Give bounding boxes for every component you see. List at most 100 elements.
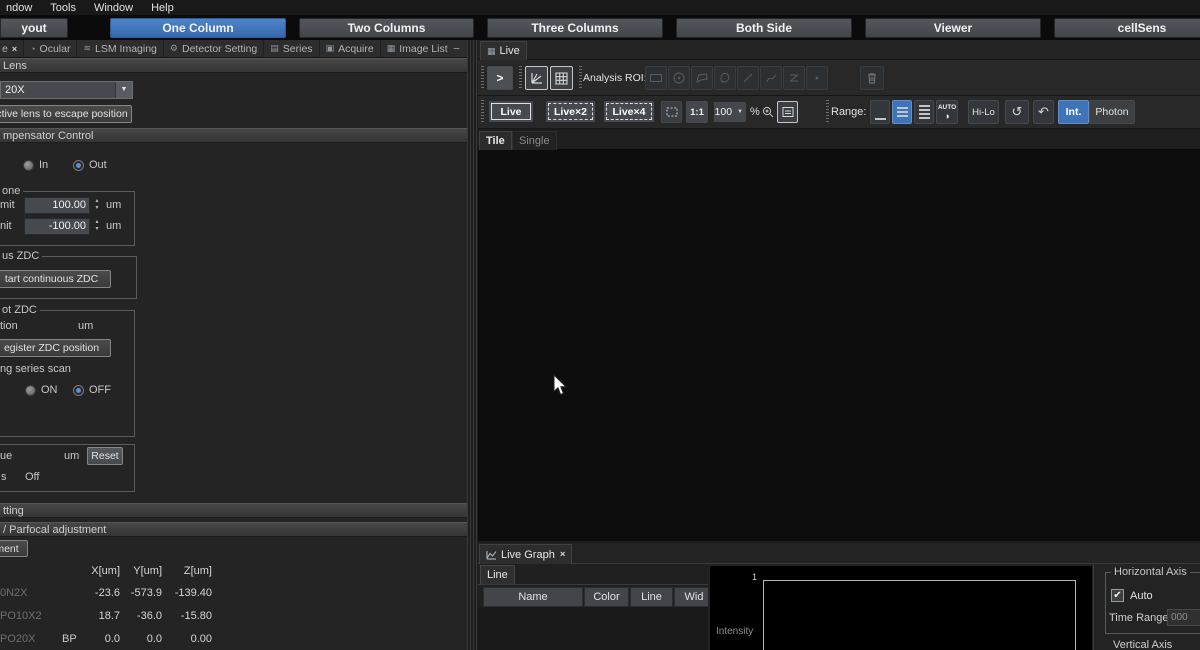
toolbar-grip[interactable] bbox=[481, 66, 484, 90]
tab-live-graph[interactable]: Live Graph × bbox=[479, 544, 572, 564]
toolbar-grip[interactable] bbox=[826, 100, 829, 124]
scale-bar-button[interactable] bbox=[525, 66, 548, 90]
live-x4-button[interactable]: Live×4 bbox=[603, 100, 655, 123]
lower-limit-field[interactable]: -100.00 bbox=[24, 218, 90, 235]
tab-line[interactable]: Line bbox=[480, 565, 515, 584]
layout-button-two-columns[interactable]: Two Columns bbox=[299, 18, 474, 38]
line-list-empty[interactable] bbox=[478, 607, 708, 650]
layout-button-three-columns[interactable]: Three Columns bbox=[487, 18, 663, 38]
layout-button-one-column[interactable]: One Column bbox=[110, 18, 286, 38]
col-header-line[interactable]: Line bbox=[630, 587, 673, 607]
live-x2-button[interactable]: Live×2 bbox=[545, 100, 596, 123]
tab-tile[interactable]: Tile bbox=[479, 131, 512, 150]
setting-section-header[interactable]: tting bbox=[0, 503, 467, 518]
series-scan-on-radio[interactable] bbox=[25, 385, 36, 396]
lens-x: 0.0 bbox=[80, 633, 120, 645]
toolbar-grip[interactable] bbox=[519, 66, 522, 90]
polyline-roi-button[interactable] bbox=[783, 66, 805, 90]
tab-image-list[interactable]: ▦ Image List bbox=[381, 40, 454, 58]
spinner-down-icon[interactable]: ▾ bbox=[95, 205, 98, 212]
tab-clipped[interactable]: e × bbox=[0, 40, 24, 58]
curve-roi-button[interactable] bbox=[760, 66, 782, 90]
col-header-color[interactable]: Color bbox=[584, 587, 629, 607]
reset-range-button[interactable]: ↺ bbox=[1005, 100, 1029, 124]
menu-help[interactable]: Help bbox=[142, 2, 183, 14]
range-low-button[interactable] bbox=[870, 100, 890, 124]
delete-roi-button[interactable] bbox=[860, 66, 884, 90]
live-button[interactable]: Live bbox=[488, 100, 534, 123]
tab-lsm-imaging[interactable]: ≋ LSM Imaging bbox=[77, 40, 163, 58]
compensator-out-radio[interactable] bbox=[73, 160, 84, 171]
expand-toolbar-button[interactable]: > bbox=[487, 66, 513, 90]
panel-minimize-icon[interactable]: ─ bbox=[454, 44, 460, 53]
hi-lo-button[interactable]: Hi-Lo bbox=[968, 100, 999, 124]
tab-series[interactable]: ▤ Series bbox=[264, 40, 319, 58]
parfocal-section-header[interactable]: / Parfocal adjustment bbox=[0, 522, 467, 537]
menu-tools[interactable]: Tools bbox=[41, 2, 85, 14]
reset-button[interactable]: Reset bbox=[87, 447, 123, 465]
lens-section-header[interactable]: Lens bbox=[0, 58, 467, 73]
tab-close-icon[interactable]: × bbox=[12, 44, 17, 54]
toolbar-grip[interactable] bbox=[481, 100, 484, 124]
time-range-input[interactable]: 000 bbox=[1167, 609, 1200, 626]
auto-range-button[interactable]: AUTO ◑ bbox=[936, 100, 958, 124]
range-mid-button[interactable] bbox=[892, 100, 912, 124]
undo-button[interactable]: ↶ bbox=[1033, 100, 1054, 124]
series-scan-off-radio[interactable] bbox=[73, 385, 84, 396]
col-header-name[interactable]: Name bbox=[483, 587, 583, 607]
toolbar-grip[interactable] bbox=[579, 66, 582, 90]
line-roi-button[interactable] bbox=[737, 66, 759, 90]
layout-button-clipped[interactable]: yout bbox=[0, 18, 68, 38]
menu-window[interactable]: Window bbox=[85, 2, 142, 14]
one-to-one-button[interactable]: 1:1 bbox=[686, 101, 708, 123]
chevron-down-icon[interactable]: ▼ bbox=[115, 82, 132, 98]
photon-mode-button[interactable]: Photon bbox=[1089, 100, 1135, 124]
live-image-canvas[interactable] bbox=[478, 150, 1200, 541]
layout-button-cellsens[interactable]: cellSens bbox=[1054, 18, 1200, 38]
compensator-section-header[interactable]: mpensator Control bbox=[0, 128, 467, 143]
upper-limit-spinner[interactable]: ▴ ▾ bbox=[92, 198, 102, 212]
lower-limit-spinner[interactable]: ▴ ▾ bbox=[92, 219, 102, 233]
grid-overlay-button[interactable] bbox=[550, 66, 573, 90]
polygon-roi-button[interactable] bbox=[691, 66, 713, 90]
zoom-level-select[interactable]: 100 ▼ bbox=[713, 101, 747, 123]
layout-button-both-side[interactable]: Both Side bbox=[676, 18, 852, 38]
spinner-down-icon[interactable]: ▾ bbox=[95, 226, 98, 233]
tab-acquire[interactable]: ▣ Acquire bbox=[320, 40, 381, 58]
auto-checkbox-label: Auto bbox=[1130, 590, 1153, 602]
col-header-width[interactable]: Wid bbox=[674, 587, 708, 607]
intensity-mode-button[interactable]: Int. bbox=[1058, 100, 1089, 124]
tab-live[interactable]: ▦ Live bbox=[480, 41, 527, 60]
spinner-up-icon[interactable]: ▴ bbox=[95, 198, 98, 205]
tab-ocular[interactable]: ◔ Ocular bbox=[24, 40, 77, 58]
panel-splitter[interactable] bbox=[467, 40, 478, 650]
compensator-in-radio[interactable] bbox=[23, 160, 34, 171]
spinner-up-icon[interactable]: ▴ bbox=[95, 219, 98, 226]
lower-limit-label: nit bbox=[0, 220, 12, 232]
lens-select[interactable]: 20X ▼ bbox=[0, 81, 133, 99]
circle-roi-button[interactable] bbox=[668, 66, 690, 90]
register-zdc-position-button[interactable]: egister ZDC position bbox=[0, 339, 111, 357]
window-layout-button[interactable] bbox=[777, 101, 798, 123]
zoom-in-button[interactable] bbox=[759, 101, 777, 123]
closed-curve-roi-button[interactable] bbox=[714, 66, 736, 90]
tab-single[interactable]: Single bbox=[512, 131, 557, 150]
fit-to-window-button[interactable] bbox=[661, 101, 682, 123]
chevron-down-icon[interactable]: ▼ bbox=[734, 109, 746, 115]
continuous-zdc-title: us ZDC bbox=[0, 250, 42, 262]
layout-button-viewer[interactable]: Viewer bbox=[865, 18, 1041, 38]
range-high-button[interactable] bbox=[914, 100, 934, 124]
auto-checkbox[interactable]: ✔ bbox=[1111, 589, 1124, 602]
rectangle-roi-button[interactable] bbox=[645, 66, 667, 90]
start-continuous-zdc-button[interactable]: tart continuous ZDC bbox=[0, 270, 111, 288]
graph-plot-area[interactable] bbox=[763, 580, 1076, 650]
point-roi-button[interactable] bbox=[806, 66, 828, 90]
tab-detector-setting[interactable]: ⚙ Detector Setting bbox=[164, 40, 264, 58]
lens-select-value: 20X bbox=[1, 82, 115, 98]
menu-window-clipped[interactable]: ndow bbox=[0, 2, 41, 14]
upper-limit-field[interactable]: 100.00 bbox=[24, 197, 90, 214]
live-graph-close-icon[interactable]: × bbox=[560, 549, 566, 560]
intensity-graph[interactable]: 1 Intensity bbox=[710, 566, 1092, 650]
adjustment-button[interactable]: ment bbox=[0, 540, 28, 557]
escape-lens-button[interactable]: ctive lens to escape position bbox=[0, 105, 132, 123]
